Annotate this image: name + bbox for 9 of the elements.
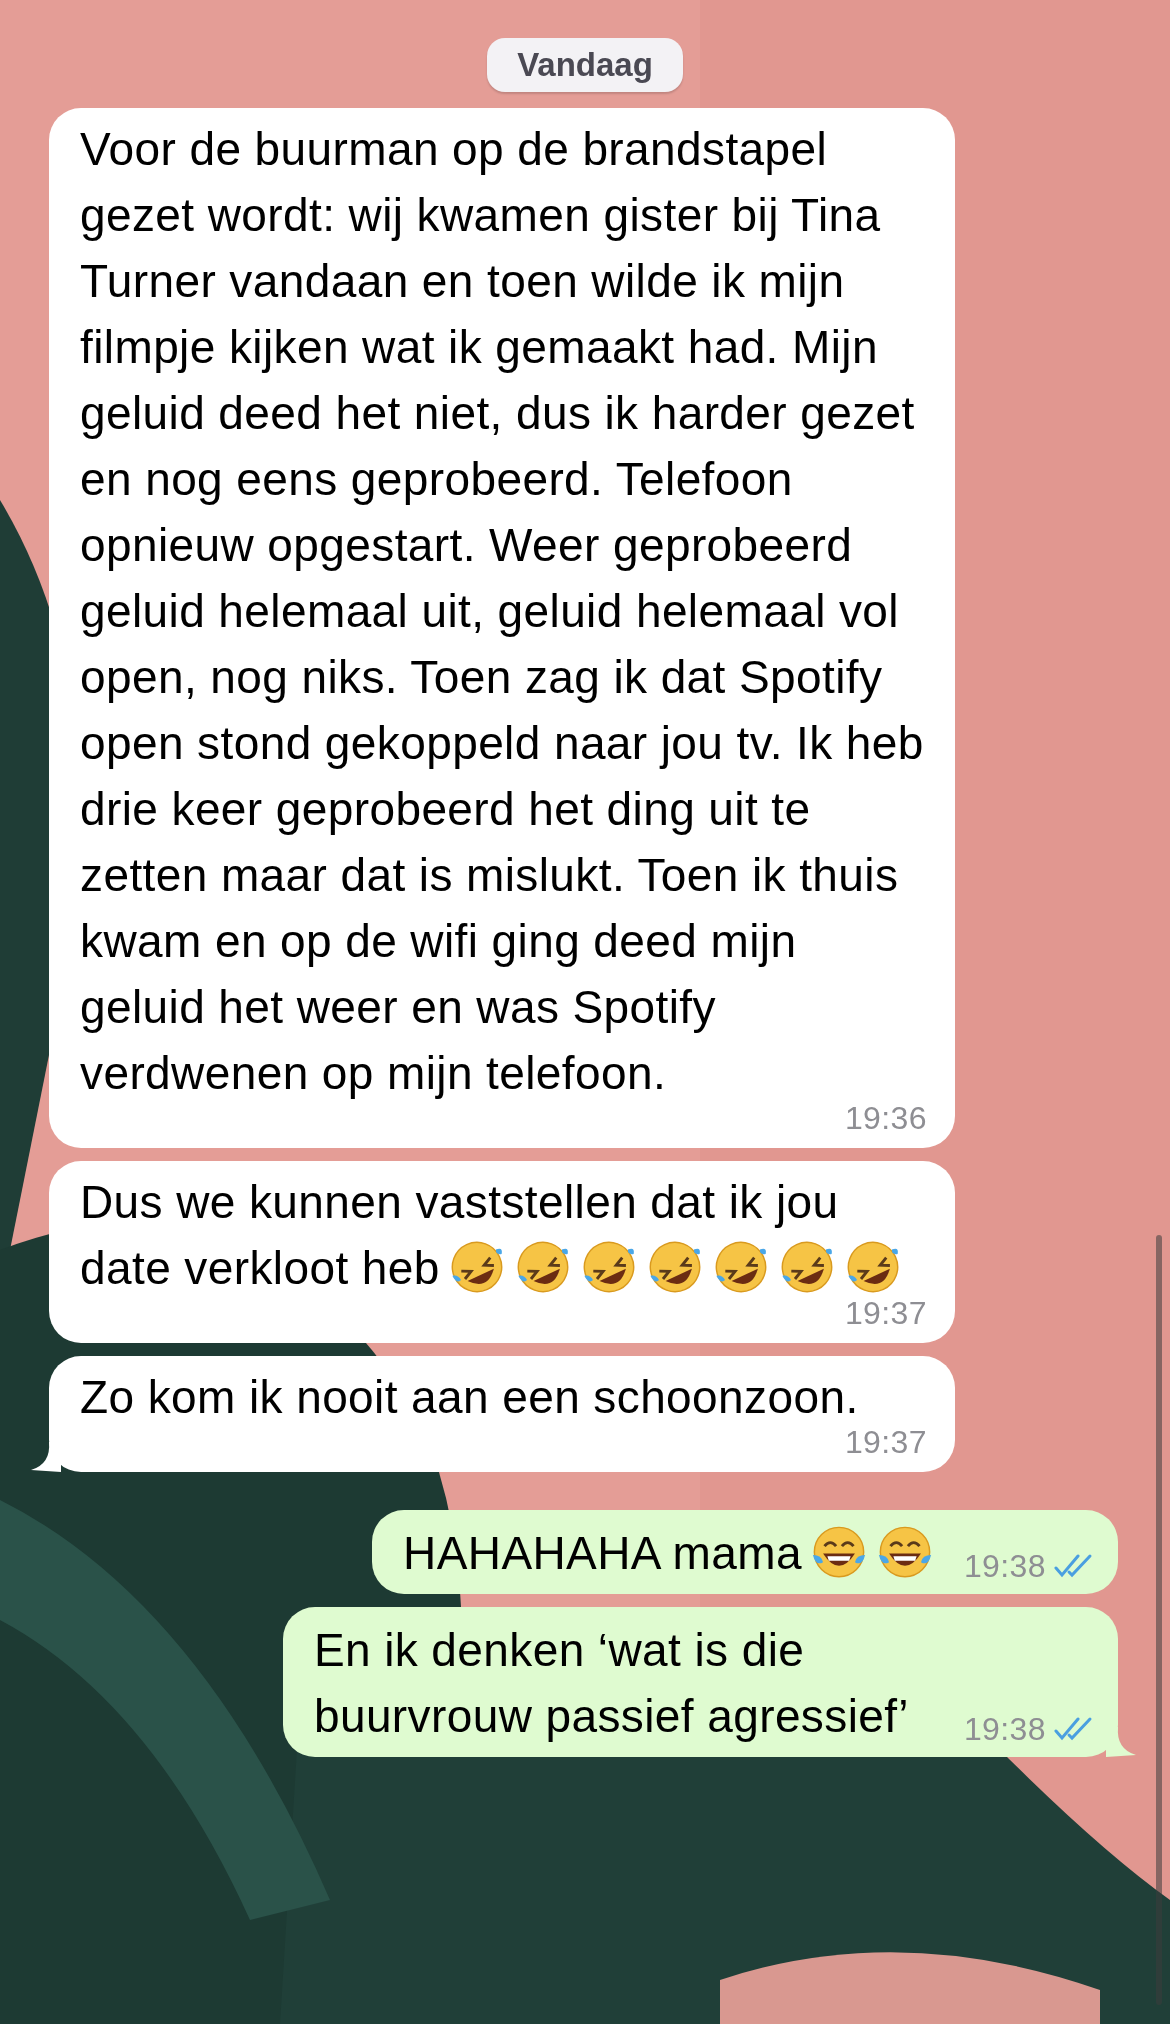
message-text: Zo kom ik nooit aan een schoonzoon. — [80, 1370, 860, 1425]
date-chip: Vandaag — [487, 38, 683, 92]
message-text: En ik denken ‘wat is die buurvrouw passief agressief’ — [313, 1623, 910, 1744]
message-text: Voor de buurman op de brandstapel gezet wordt: wij kwamen gister bij Tina Turner vandaan en toen wilde ik mijn filmpje kijken wat ik gemaakt had. Mijn geluid deed het niet, dus ik harder gezet en nog eens geprobeerd. Telefoon opnieuw opgestart. Weer geprobeerd geluid helemaal uit, geluid helemaal vol open, nog niks. Toen zag ik dat Spotify open stond gekoppeld naar jou tv. Ik heb drie keer geprobeerd het ding uit te zetten maar dat is mislukt. Toen ik thuis kwam en op de wifi ging deed mijn geluid het weer en was Spotify verdwenen op mijn telefoon. — [80, 122, 925, 1101]
message-time: 19:36 — [844, 1099, 927, 1138]
message-time: 19:37 — [844, 1423, 927, 1462]
message-time: 19:38 — [963, 1547, 1046, 1586]
message-time: 19:38 — [963, 1710, 1046, 1749]
message-text: HAHAHAHA mama — [403, 1520, 934, 1586]
